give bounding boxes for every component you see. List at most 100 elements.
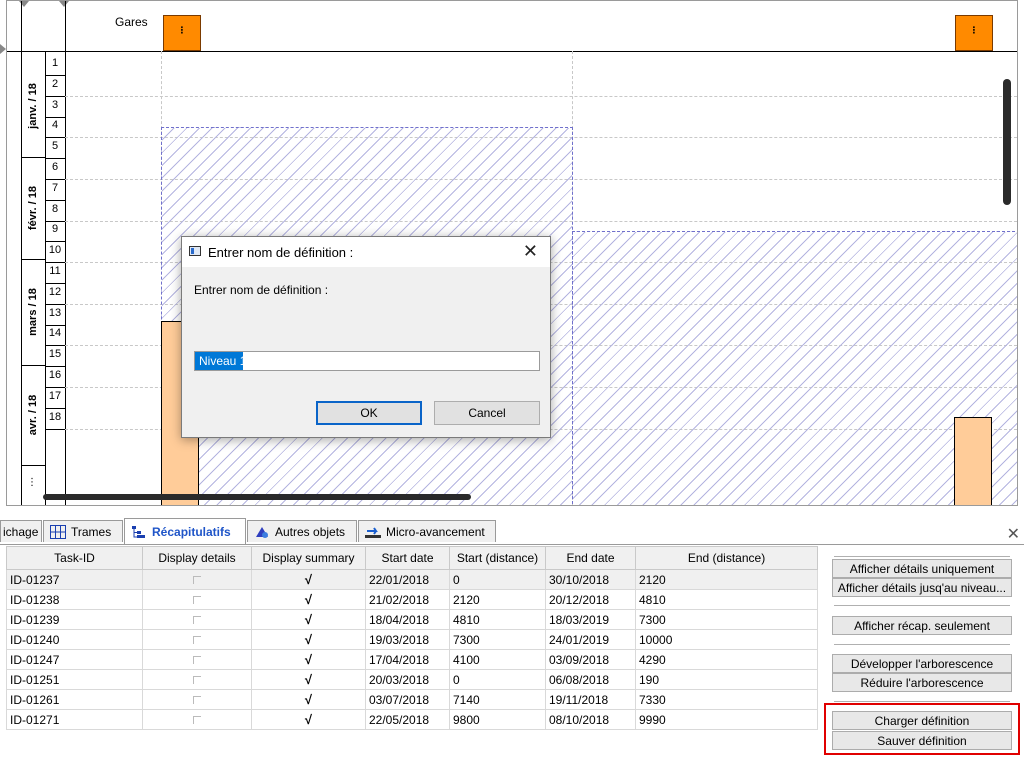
display-summary-check-icon[interactable]: √ — [305, 672, 312, 687]
start-date-cell[interactable]: 22/01/2018 — [365, 569, 450, 590]
expand-arrow-icon[interactable] — [0, 44, 6, 54]
display-summary-check-icon[interactable]: √ — [305, 692, 312, 707]
column-header-start-date[interactable]: Start date — [365, 546, 450, 570]
display-details-checkbox[interactable] — [193, 675, 201, 684]
table-row[interactable]: ID-01271 √ 22/05/2018 9800 08/10/2018 9990 — [6, 709, 818, 730]
collapse-tree-button[interactable]: Réduire l'arborescence — [832, 673, 1012, 692]
display-details-checkbox[interactable] — [193, 635, 201, 644]
table-row[interactable]: ID-01239 √ 18/04/2018 4810 18/03/2019 7300 — [6, 609, 818, 630]
station-marker-button[interactable]: ⋮ — [955, 15, 993, 51]
column-header-display-summary[interactable]: Display summary — [251, 546, 366, 570]
close-icon[interactable]: ✕ — [523, 241, 538, 262]
table-row[interactable]: ID-01238 √ 21/02/2018 2120 20/12/2018 4810 — [6, 589, 818, 610]
task-id-cell[interactable]: ID-01261 — [6, 689, 143, 710]
start-distance-cell[interactable]: 0 — [449, 669, 546, 690]
display-summary-cell[interactable]: √ — [251, 689, 366, 710]
end-distance-cell[interactable]: 4810 — [635, 589, 818, 610]
end-date-cell[interactable]: 06/08/2018 — [545, 669, 636, 690]
table-row[interactable]: ID-01237 √ 22/01/2018 0 30/10/2018 2120 — [6, 569, 818, 590]
vertical-scrollbar[interactable] — [1003, 79, 1011, 205]
definition-name-input[interactable] — [194, 351, 540, 371]
display-summary-check-icon[interactable]: √ — [305, 632, 312, 647]
display-details-cell[interactable] — [142, 569, 252, 590]
show-details-to-level-button[interactable]: Afficher détails jusq'au niveau... — [832, 578, 1012, 597]
tab-autres-objets[interactable]: Autres objets — [247, 520, 357, 542]
display-summary-cell[interactable]: √ — [251, 589, 366, 610]
start-date-cell[interactable]: 17/04/2018 — [365, 649, 450, 670]
display-details-cell[interactable] — [142, 709, 252, 730]
display-summary-cell[interactable]: √ — [251, 629, 366, 650]
display-details-checkbox[interactable] — [193, 595, 201, 604]
table-row[interactable]: ID-01261 √ 03/07/2018 7140 19/11/2018 7330 — [6, 689, 818, 710]
display-summary-check-icon[interactable]: √ — [305, 612, 312, 627]
display-details-cell[interactable] — [142, 629, 252, 650]
start-distance-cell[interactable]: 7140 — [449, 689, 546, 710]
start-distance-cell[interactable]: 7300 — [449, 629, 546, 650]
end-date-cell[interactable]: 24/01/2019 — [545, 629, 636, 650]
display-details-checkbox[interactable] — [193, 575, 201, 584]
column-header-start-distance[interactable]: Start (distance) — [449, 546, 546, 570]
task-id-cell[interactable]: ID-01271 — [6, 709, 143, 730]
end-date-cell[interactable]: 20/12/2018 — [545, 589, 636, 610]
task-id-cell[interactable]: ID-01237 — [6, 569, 143, 590]
start-date-cell[interactable]: 18/04/2018 — [365, 609, 450, 630]
task-id-cell[interactable]: ID-01240 — [6, 629, 143, 650]
task-id-cell[interactable]: ID-01239 — [6, 609, 143, 630]
start-distance-cell[interactable]: 2120 — [449, 589, 546, 610]
display-details-checkbox[interactable] — [193, 655, 201, 664]
start-distance-cell[interactable]: 4810 — [449, 609, 546, 630]
start-date-cell[interactable]: 20/03/2018 — [365, 669, 450, 690]
cancel-button[interactable]: Cancel — [434, 401, 540, 425]
start-date-cell[interactable]: 03/07/2018 — [365, 689, 450, 710]
start-date-cell[interactable]: 22/05/2018 — [365, 709, 450, 730]
display-summary-check-icon[interactable]: √ — [305, 652, 312, 667]
tab-recapitulatifs[interactable]: Récapitulatifs — [124, 518, 246, 544]
end-distance-cell[interactable]: 7300 — [635, 609, 818, 630]
column-header-display-details[interactable]: Display details — [142, 546, 252, 570]
display-details-checkbox[interactable] — [193, 715, 201, 724]
ok-button[interactable]: OK — [316, 401, 422, 425]
end-distance-cell[interactable]: 190 — [635, 669, 818, 690]
display-details-cell[interactable] — [142, 609, 252, 630]
end-distance-cell[interactable]: 2120 — [635, 569, 818, 590]
display-details-cell[interactable] — [142, 669, 252, 690]
display-summary-check-icon[interactable]: √ — [305, 592, 312, 607]
end-distance-cell[interactable]: 10000 — [635, 629, 818, 650]
display-details-cell[interactable] — [142, 689, 252, 710]
summary-hatch-area[interactable] — [572, 231, 1017, 505]
table-row[interactable]: ID-01251 √ 20/03/2018 0 06/08/2018 190 — [6, 669, 818, 690]
end-date-cell[interactable]: 08/10/2018 — [545, 709, 636, 730]
display-details-checkbox[interactable] — [193, 615, 201, 624]
column-header-end-distance[interactable]: End (distance) — [635, 546, 818, 570]
horizontal-scrollbar[interactable] — [43, 494, 471, 500]
start-date-cell[interactable]: 19/03/2018 — [365, 629, 450, 650]
display-summary-cell[interactable]: √ — [251, 669, 366, 690]
expand-tree-button[interactable]: Développer l'arborescence — [832, 654, 1012, 673]
end-distance-cell[interactable]: 9990 — [635, 709, 818, 730]
display-summary-check-icon[interactable]: √ — [305, 712, 312, 727]
column-header-end-date[interactable]: End date — [545, 546, 636, 570]
task-bar[interactable] — [954, 417, 992, 505]
tab-trames[interactable]: Trames — [43, 520, 123, 542]
display-summary-cell[interactable]: √ — [251, 709, 366, 730]
start-distance-cell[interactable]: 9800 — [449, 709, 546, 730]
start-date-cell[interactable]: 21/02/2018 — [365, 589, 450, 610]
start-distance-cell[interactable]: 0 — [449, 569, 546, 590]
station-marker-button[interactable]: ⋮ — [163, 15, 201, 51]
task-id-cell[interactable]: ID-01247 — [6, 649, 143, 670]
display-details-cell[interactable] — [142, 589, 252, 610]
display-details-checkbox[interactable] — [193, 695, 201, 704]
end-date-cell[interactable]: 18/03/2019 — [545, 609, 636, 630]
task-id-cell[interactable]: ID-01238 — [6, 589, 143, 610]
end-date-cell[interactable]: 03/09/2018 — [545, 649, 636, 670]
end-date-cell[interactable]: 19/11/2018 — [545, 689, 636, 710]
end-distance-cell[interactable]: 7330 — [635, 689, 818, 710]
show-details-only-button[interactable]: Afficher détails uniquement — [832, 559, 1012, 578]
task-id-cell[interactable]: ID-01251 — [6, 669, 143, 690]
display-summary-check-icon[interactable]: √ — [305, 572, 312, 587]
end-date-cell[interactable]: 30/10/2018 — [545, 569, 636, 590]
table-row[interactable]: ID-01240 √ 19/03/2018 7300 24/01/2019 10000 — [6, 629, 818, 650]
table-row[interactable]: ID-01247 √ 17/04/2018 4100 03/09/2018 4290 — [6, 649, 818, 670]
end-distance-cell[interactable]: 4290 — [635, 649, 818, 670]
tab-micro-avancement[interactable]: Micro-avancement — [358, 520, 496, 542]
